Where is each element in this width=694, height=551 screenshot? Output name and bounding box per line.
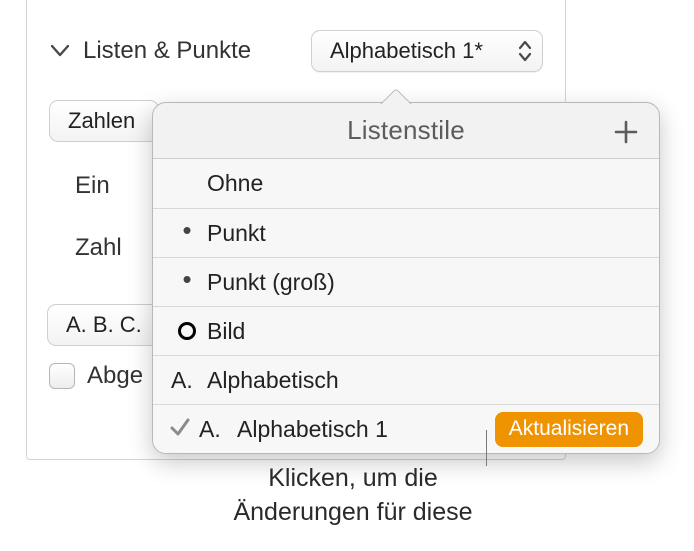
numbers-select-value: Zahlen <box>68 108 135 134</box>
update-style-button[interactable]: Aktualisieren <box>495 412 643 447</box>
callout-line-1: Klicken, um die <box>198 462 508 496</box>
style-label: Punkt (groß) <box>207 269 335 296</box>
updown-icon <box>518 40 532 62</box>
style-list: Ohne • Punkt • Punkt (groß) Bild A. Alph… <box>153 159 659 453</box>
style-item-bullet[interactable]: • Punkt <box>153 208 659 257</box>
abc-select[interactable]: A. B. C. <box>47 304 161 346</box>
callout-leader <box>486 430 487 466</box>
style-item-bullet-large[interactable]: • Punkt (groß) <box>153 257 659 306</box>
section-title: Listen & Punkte <box>83 37 251 65</box>
list-style-select-value: Alphabetisch 1* <box>330 38 483 64</box>
abge-checkbox[interactable] <box>49 363 75 389</box>
list-style-select[interactable]: Alphabetisch 1* <box>311 30 543 72</box>
numbers-select[interactable]: Zahlen <box>49 100 159 142</box>
style-marker: A. <box>199 416 233 443</box>
style-label: Alphabetisch 1 <box>237 416 388 443</box>
list-styles-popover: Listenstile Ohne • Punkt • Punkt (groß) … <box>152 102 660 454</box>
abge-label: Abge <box>87 362 143 390</box>
section-header-row: Listen & Punkte Alphabetisch 1* <box>49 30 565 72</box>
style-item-alphabetisch-1[interactable]: A. Alphabetisch 1 Aktualisieren <box>153 404 659 453</box>
popover-title: Listenstile <box>347 115 465 146</box>
popover-arrow <box>378 86 412 104</box>
callout-text: Klicken, um die Änderungen für diese <box>198 462 508 530</box>
chevron-down-icon[interactable] <box>49 40 71 62</box>
callout-line-2: Änderungen für diese <box>198 496 508 530</box>
style-label: Ohne <box>207 170 263 197</box>
style-label: Bild <box>207 318 245 345</box>
style-label: Alphabetisch <box>207 367 339 394</box>
style-item-alphabetisch[interactable]: A. Alphabetisch <box>153 355 659 404</box>
popover-header: Listenstile <box>153 103 659 159</box>
check-icon <box>169 414 191 445</box>
circle-icon <box>175 322 199 340</box>
abc-select-value: A. B. C. <box>66 312 142 338</box>
add-style-button[interactable] <box>607 113 645 151</box>
style-marker: A. <box>171 367 201 394</box>
style-label: Punkt <box>207 220 266 247</box>
style-item-none[interactable]: Ohne <box>153 159 659 208</box>
style-item-image[interactable]: Bild <box>153 306 659 355</box>
